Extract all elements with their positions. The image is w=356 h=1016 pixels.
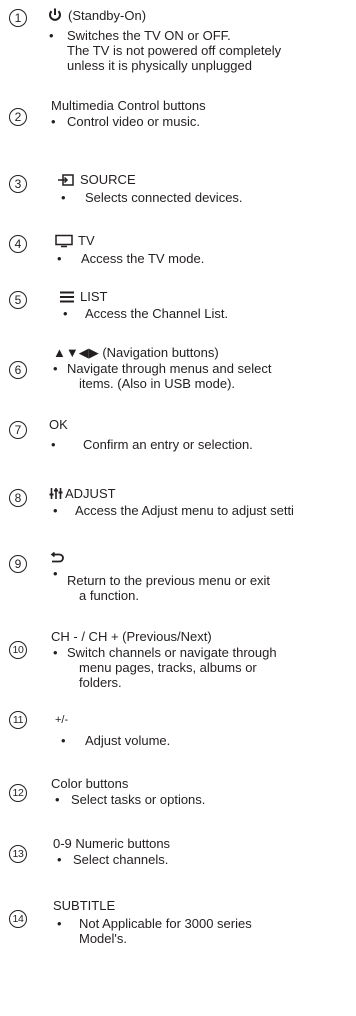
item-title: SUBTITLE (53, 898, 115, 913)
item-title (49, 552, 70, 565)
bullet-dot: • (53, 645, 58, 660)
item-title: SOURCE (57, 172, 136, 187)
item-description-line: a function. (79, 588, 139, 603)
item-title-text: ▲▼◀▶ (Navigation buttons) (53, 345, 219, 360)
item-description-line: Switch channels or navigate through (67, 645, 277, 660)
item-number-badge: 14 (9, 910, 27, 928)
tv-icon (55, 234, 73, 248)
item-number-badge: 8 (9, 489, 27, 507)
item-description-line: Confirm an entry or selection. (83, 437, 253, 452)
item-title: CH - / CH + (Previous/Next) (51, 629, 212, 644)
bullet-dot: • (61, 733, 66, 748)
item-number-badge: 12 (9, 784, 27, 802)
item-description-line: The TV is not powered off completely (67, 43, 282, 58)
item-number-badge: 2 (9, 108, 27, 126)
bullet-dot: • (53, 503, 58, 518)
item-description-line: Access the TV mode. (81, 251, 205, 266)
item-description-line: unless it is physically unplugged (67, 58, 252, 73)
item-title-text: SOURCE (80, 172, 136, 187)
item-title-text: Multimedia Control buttons (51, 98, 206, 113)
item-title: +/- (55, 713, 68, 728)
item-number-badge: 9 (9, 555, 27, 573)
item-description-line: Selects connected devices. (85, 190, 243, 205)
item-description-line: Adjust volume. (85, 733, 171, 748)
bullet-dot: • (53, 566, 58, 581)
item-title: TV (55, 233, 95, 248)
item-description-line: Select channels. (73, 852, 169, 867)
item-number-badge: 4 (9, 235, 27, 253)
item-description-line: Select tasks or options. (71, 792, 206, 807)
item-title-text: +/- (55, 714, 69, 726)
item-description-line: Navigate through menus and select (67, 361, 272, 376)
item-description-line: Control video or music. (67, 114, 200, 129)
bullet-dot: • (57, 251, 62, 266)
bullet-dot: • (57, 916, 62, 931)
item-title-text: TV (78, 233, 95, 248)
item-title-text: OK (49, 417, 68, 432)
item-number-badge: 7 (9, 421, 27, 439)
item-description-line: Switches the TV ON or OFF. (67, 28, 231, 43)
bullet-dot: • (61, 190, 66, 205)
item-title: (Standby-On) (47, 7, 146, 23)
bullet-dot: • (49, 28, 54, 43)
bullet-dot: • (51, 114, 56, 129)
item-number-badge: 13 (9, 845, 27, 863)
item-number-badge: 10 (9, 641, 27, 659)
item-title-text: CH - / CH + (Previous/Next) (51, 629, 212, 644)
item-number-badge: 3 (9, 175, 27, 193)
item-title: ADJUST (49, 486, 116, 501)
bullet-dot: • (63, 306, 68, 321)
item-title-text: ADJUST (65, 486, 116, 501)
item-title-text: SUBTITLE (53, 898, 116, 913)
item-description-line: Model's. (79, 931, 128, 946)
back-arrow-icon (49, 552, 65, 565)
item-title: Color buttons (51, 776, 128, 791)
item-title: Multimedia Control buttons (51, 98, 206, 113)
bullet-dot: • (55, 792, 60, 807)
item-number-badge: 1 (9, 9, 27, 27)
item-title: LIST (59, 289, 107, 304)
item-title: OK (49, 417, 68, 432)
item-description-line: Access the Channel List. (85, 306, 229, 321)
item-title-text: Color buttons (51, 776, 129, 791)
source-input-icon (57, 173, 75, 187)
item-number-badge: 11 (9, 711, 27, 729)
item-title-text: LIST (80, 289, 108, 304)
item-number-badge: 6 (9, 361, 27, 379)
item-title-text: (Standby-On) (68, 7, 147, 23)
bullet-dot: • (51, 437, 56, 452)
item-title: 0-9 Numeric buttons (53, 836, 170, 851)
list-icon (59, 290, 75, 304)
bullet-dot: • (57, 852, 62, 867)
power-icon (47, 7, 63, 23)
item-description-line: Not Applicable for 3000 series (79, 916, 252, 931)
item-description-line: menu pages, tracks, albums or (79, 660, 257, 675)
item-description-line: items. (Also in USB mode). (79, 376, 236, 391)
adjust-sliders-icon (49, 487, 63, 500)
item-title-text: 0-9 Numeric buttons (53, 836, 171, 851)
item-description-line: folders. (79, 675, 122, 690)
item-description-line: Return to the previous menu or exit (67, 573, 271, 588)
item-title: ▲▼◀▶ (Navigation buttons) (53, 345, 219, 360)
item-description-line: Access the Adjust menu to adjust setti (75, 503, 294, 518)
bullet-dot: • (53, 361, 58, 376)
item-number-badge: 5 (9, 291, 27, 309)
